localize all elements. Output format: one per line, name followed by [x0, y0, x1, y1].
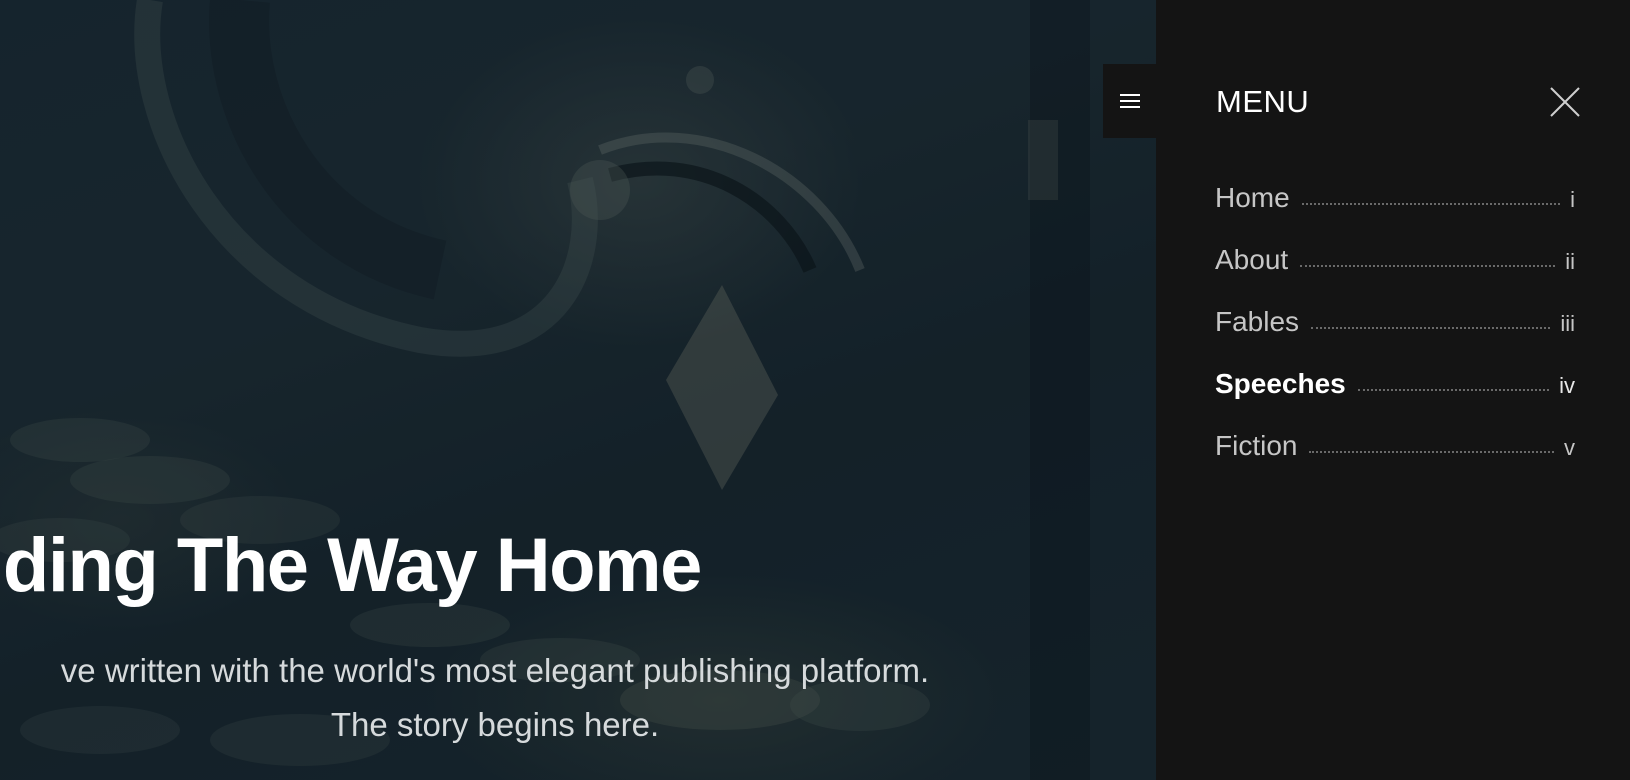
menu-item-fiction[interactable]: Fiction v [1215, 430, 1575, 492]
close-icon [1550, 87, 1580, 117]
dotted-leader [1357, 389, 1550, 391]
menu-toggle-button[interactable] [1103, 64, 1156, 138]
menu-item-number: i [1570, 187, 1575, 212]
hero-title: nding The Way Home [0, 523, 702, 608]
menu-item-number: iv [1559, 373, 1575, 398]
menu-item-label: Fiction [1215, 430, 1298, 461]
menu-item-number: ii [1565, 249, 1575, 274]
dotted-leader [1311, 327, 1551, 329]
menu-item-label: About [1215, 244, 1289, 275]
menu-item-home[interactable]: Home i [1215, 182, 1575, 244]
menu-item-number: v [1564, 435, 1575, 460]
dotted-leader [1301, 203, 1561, 205]
hero-description: ve written with the world's most elegant… [0, 644, 1070, 752]
close-menu-button[interactable] [1548, 85, 1582, 119]
page: nding The Way Home ve written with the w… [0, 0, 1630, 780]
menu-heading: MENU [1216, 84, 1310, 119]
side-menu: MENU Home i About ii Fables iii Speeches… [1156, 0, 1630, 780]
menu-item-speeches[interactable]: Speeches iv [1215, 368, 1575, 430]
menu-item-number: iii [1560, 311, 1575, 336]
hamburger-icon [1119, 94, 1140, 108]
dotted-leader [1300, 265, 1556, 267]
menu-item-label: Fables [1215, 306, 1300, 337]
hero-description-line-1: ve written with the world's most elegant… [60, 652, 930, 689]
menu-item-label: Home [1215, 182, 1290, 213]
menu-item-about[interactable]: About ii [1215, 244, 1575, 306]
menu-item-label: Speeches [1215, 368, 1346, 399]
dotted-leader [1309, 451, 1554, 453]
menu-item-fables[interactable]: Fables iii [1215, 306, 1575, 368]
menu-nav-list: Home i About ii Fables iii Speeches iv F… [1215, 182, 1575, 492]
hero-description-line-2: The story begins here. [330, 706, 660, 743]
hero-section: nding The Way Home ve written with the w… [0, 0, 1156, 780]
